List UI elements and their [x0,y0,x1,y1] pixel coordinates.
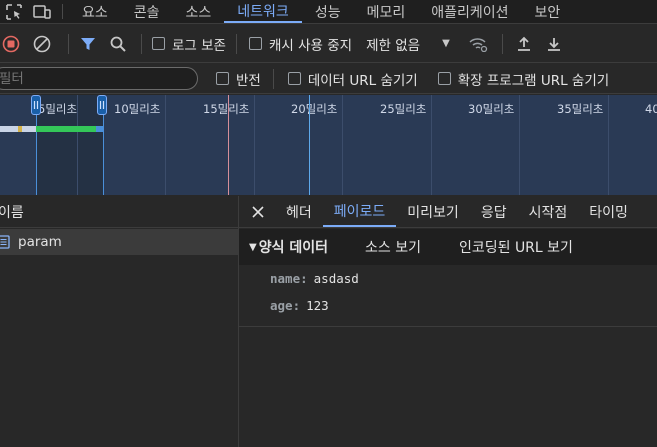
close-icon [252,205,264,218]
device-toolbar-icon[interactable] [28,0,56,23]
disable-cache-label: 캐시 사용 중지 [268,37,353,54]
overview-tick-label: 40밀리초 [645,102,657,116]
form-field-key: age: [270,298,301,313]
inspect-element-icon[interactable] [0,0,28,23]
preserve-log-label: 로그 보존 [172,37,226,54]
overview-tick-label: 15밀리초 [203,102,250,116]
filter-separator [272,68,274,89]
network-toolbar: 로그 보존 캐시 사용 중지 제한 없음 ▼ [0,25,657,63]
tab-console[interactable]: 콘솔 [121,0,173,23]
form-field-value: 123 [306,298,329,313]
record-icon [2,35,20,52]
network-overview[interactable]: 5밀리초 10밀리초 15밀리초 20밀리초 25밀리초 30밀리초 35밀리초… [0,95,657,195]
tab-timing[interactable]: 타이밍 [578,196,639,227]
tab-elements[interactable]: 요소 [69,0,121,23]
overview-left-handle[interactable] [31,95,41,115]
hide-extension-url-label: 확장 프로그램 URL 숨기기 [457,72,610,89]
toolbar-separator [501,33,503,54]
view-url-encoded-link[interactable]: 인코딩된 URL 보기 [459,237,573,257]
overview-tick-label: 25밀리초 [380,102,427,116]
overview-gridline [608,95,609,195]
overview-gridline [519,95,520,195]
form-field-value: asdasd [313,271,359,286]
tab-headers[interactable]: 헤더 [275,196,323,227]
view-source-link[interactable]: 소스 보기 [365,237,421,257]
upload-icon [517,36,530,51]
hide-data-url-label: 데이터 URL 숨기기 [307,72,418,89]
overview-gridline [431,95,432,195]
tabbar-separator [62,4,63,19]
request-name: param [18,234,62,250]
search-button[interactable] [101,32,135,56]
tab-payload[interactable]: 페이로드 [322,196,397,227]
filter-icon [81,37,95,50]
filter-row: 반전 데이터 URL 숨기기 확장 프로그램 URL 숨기기 [0,64,657,94]
export-har-button[interactable] [539,32,569,56]
tab-preview[interactable]: 미리보기 [396,196,470,227]
triangle-down-icon: ▼ [249,241,257,253]
tab-sources[interactable]: 소스 [173,0,225,23]
wifi-settings-icon [469,37,487,52]
stop-recording-button[interactable] [0,32,22,56]
clear-icon [33,35,51,52]
payload-bottom-divider [239,326,657,327]
request-list-empty-area [0,255,238,447]
request-detail-tabs: 헤더 페이로드 미리보기 응답 시작점 타이밍 [239,196,657,228]
overview-tick-label: 35밀리초 [557,102,604,116]
overview-request-bar [36,126,96,132]
overview-domcontent-marker [309,95,310,195]
tab-performance[interactable]: 성능 [302,0,354,23]
toolbar-separator [235,33,237,54]
import-har-button[interactable] [509,32,539,56]
toolbar-separator [68,33,69,54]
chevron-down-icon[interactable]: ▼ [442,38,450,49]
tab-initiator[interactable]: 시작점 [518,196,579,227]
request-row[interactable]: param [0,229,238,255]
download-icon [547,37,560,51]
overview-gridline [254,95,255,195]
overview-tick-label: 20밀리초 [291,102,338,116]
close-detail-button[interactable] [239,196,275,227]
disable-cache-checkbox[interactable] [248,37,262,50]
devtools-tabbar: 요소 콘솔 소스 네트워크 성능 메모리 애플리케이션 보안 [0,0,657,24]
throttling-select[interactable]: 제한 없음 [366,34,420,54]
overview-request-bar [96,126,104,132]
tab-application[interactable]: 애플리케이션 [418,0,521,23]
request-list-header: 이름 [0,196,238,228]
form-data-section-header[interactable]: ▼ 양식 데이터 소스 보기 인코딩된 URL 보기 [239,229,657,265]
invert-label: 반전 [236,72,261,89]
hide-extension-url-checkbox[interactable] [437,72,451,85]
form-data-title: 양식 데이터 [258,240,328,256]
hide-data-url-checkbox[interactable] [287,72,301,85]
overview-request-bar [18,126,22,132]
toolbar-separator [141,33,142,54]
name-column-header[interactable]: 이름 [0,202,24,222]
search-icon [110,36,126,52]
overview-gridline [165,95,166,195]
form-field-key: name: [270,271,308,286]
overview-tick-label: 30밀리초 [468,102,515,116]
tab-security[interactable]: 보안 [522,0,574,23]
preserve-log-checkbox[interactable] [152,37,165,50]
overview-gridline [342,95,343,195]
filter-toggle-button[interactable] [75,32,101,56]
network-conditions-button[interactable] [460,32,496,56]
overview-tick-label: 10밀리초 [114,102,161,116]
overview-gridline [77,95,78,195]
tab-memory[interactable]: 메모리 [354,0,419,23]
tab-response[interactable]: 응답 [470,196,518,227]
overview-load-marker [228,95,229,195]
form-field-row: name: asdasd [270,271,359,286]
document-icon [0,235,10,249]
filter-input[interactable] [0,67,198,90]
invert-checkbox[interactable] [216,72,229,85]
form-field-row: age: 123 [270,298,329,313]
overview-tick-label: 5밀리초 [38,102,78,116]
tab-network[interactable]: 네트워크 [224,0,302,23]
clear-button[interactable] [22,32,62,56]
overview-right-handle[interactable] [97,95,107,115]
